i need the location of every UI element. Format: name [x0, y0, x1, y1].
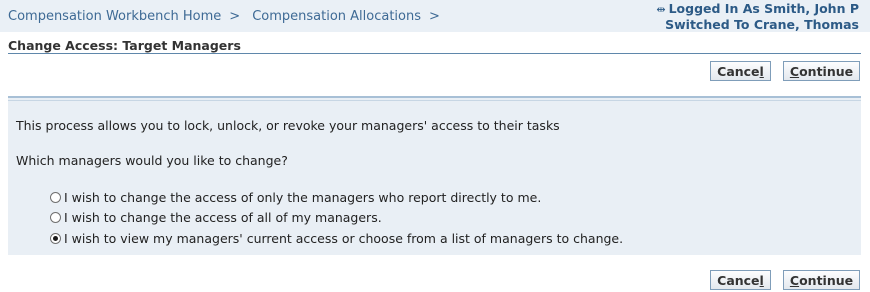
breadcrumb-compensation-allocations[interactable]: Compensation Allocations [252, 9, 421, 24]
logged-in-label: Logged In As Smith, John P [668, 1, 859, 16]
top-bar: Compensation Workbench Home > Compensation… [0, 0, 870, 32]
continue-accesskey: C [789, 63, 800, 79]
cancel-accesskey: l [759, 63, 764, 79]
content-panel: This process allows you to lock, unlock,… [8, 96, 861, 255]
panel-divider [8, 100, 861, 101]
option-label: I wish to change the access of only the … [64, 190, 542, 205]
option-label: I wish to change the access of all of my… [64, 210, 382, 225]
intro-text: This process allows you to lock, unlock,… [16, 118, 560, 133]
cancel-label: Cance [717, 272, 760, 288]
continue-button-top[interactable]: Continue [783, 61, 860, 81]
continue-label: ontinue [799, 272, 854, 288]
radio-direct-reports[interactable] [50, 192, 61, 203]
continue-accesskey: C [789, 272, 800, 288]
switched-to-label: Switched To Crane, Thomas [665, 17, 859, 32]
title-divider [8, 53, 861, 54]
breadcrumb-separator: > [229, 9, 241, 24]
cancel-label: Cance [717, 63, 760, 79]
page-title: Change Access: Target Managers [8, 38, 241, 53]
option-all-managers[interactable]: I wish to change the access of all of my… [50, 210, 382, 225]
cancel-accesskey: l [759, 272, 764, 288]
option-label: I wish to view my managers' current acce… [64, 231, 624, 246]
radio-all-managers[interactable] [50, 212, 61, 223]
option-view-current-access[interactable]: I wish to view my managers' current acce… [50, 231, 623, 246]
breadcrumb: Compensation Workbench Home > Compensation… [8, 9, 452, 24]
question-text: Which managers would you like to change? [16, 153, 288, 168]
user-info: ⇹ Logged In As Smith, John P Switched To … [656, 1, 859, 32]
cancel-button-bottom[interactable]: Cance l [710, 270, 771, 290]
cancel-button-top[interactable]: Cance l [710, 61, 771, 81]
switch-user-icon: ⇹ [656, 3, 666, 16]
breadcrumb-compensation-workbench-home[interactable]: Compensation Workbench Home [8, 9, 221, 24]
continue-button-bottom[interactable]: Continue [783, 270, 860, 290]
breadcrumb-separator: > [429, 9, 440, 24]
option-direct-reports[interactable]: I wish to change the access of only the … [50, 190, 541, 205]
radio-view-current-access[interactable] [50, 233, 61, 244]
continue-label: ontinue [799, 63, 854, 79]
